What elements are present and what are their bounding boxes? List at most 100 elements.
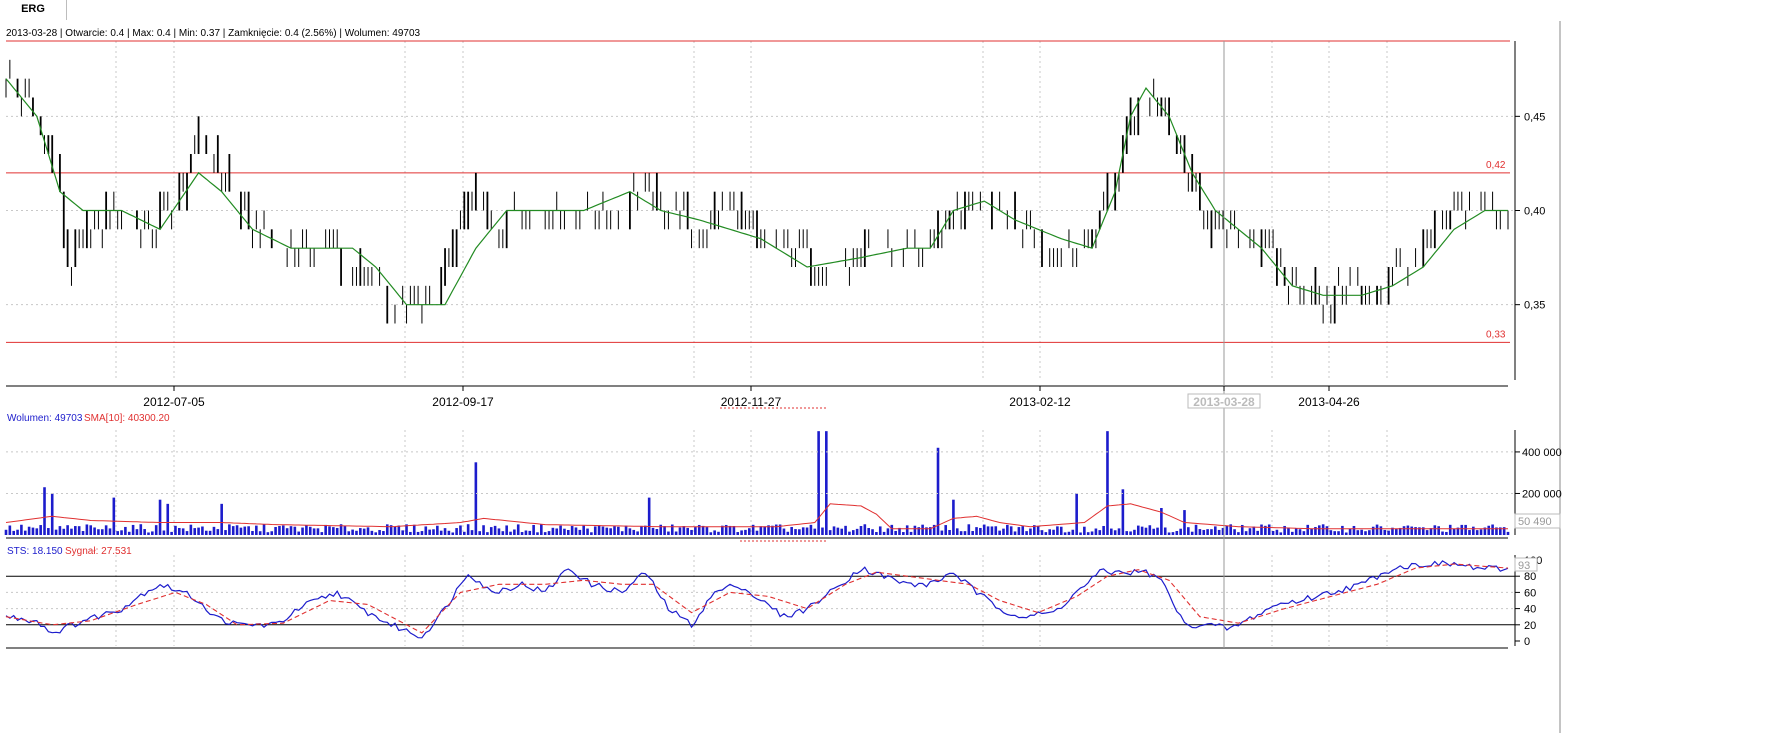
volume-bar [694, 527, 697, 535]
highlighted-date-label: 2013-03-28 [1193, 395, 1255, 409]
volume-bar [147, 532, 150, 535]
volume-bar [293, 526, 297, 535]
volume-bar [474, 462, 478, 535]
volume-bar [825, 431, 828, 535]
volume-bar [451, 532, 455, 535]
volume-bar [601, 526, 605, 535]
volume-bar [1464, 524, 1467, 535]
volume-bar [963, 531, 967, 535]
volume-bar [1445, 531, 1448, 535]
chart-area[interactable]: 0,33 0,42 0,35 0,40 0,45 2012-07-05 2012-09-… [0, 21, 1765, 733]
volume-bar [798, 529, 801, 535]
volume-bar [655, 529, 659, 535]
tab-bar [0, 0, 1765, 21]
date-tick-label: 2012-11-27 [721, 395, 782, 409]
volume-bar [77, 526, 81, 535]
volume-bar [782, 528, 786, 535]
volume-bar [1302, 531, 1306, 535]
volume-bar [1337, 531, 1340, 535]
volume-bar [875, 532, 878, 535]
volume-bar [1233, 529, 1236, 535]
volume-bar [1252, 526, 1256, 535]
volume-bar [1163, 527, 1167, 535]
volume-bar [447, 530, 451, 535]
volume-bar [1279, 532, 1283, 535]
volume-bar [1152, 528, 1155, 535]
volume-bar [1063, 532, 1067, 535]
tab-erg[interactable]: ERG [0, 0, 67, 20]
volume-bar [840, 528, 844, 535]
volume-bar [135, 529, 139, 535]
volume-bar [524, 530, 528, 535]
volume-tick-label: 200 000 [1522, 488, 1562, 500]
volume-bar [863, 524, 867, 535]
volume-bar [1225, 525, 1229, 535]
volume-bar [1206, 529, 1209, 535]
volume-bar [794, 529, 797, 535]
volume-bar [343, 525, 347, 535]
volume-bar [382, 531, 385, 535]
volume-tick-label: 400 000 [1522, 447, 1562, 459]
volume-bar [332, 527, 335, 535]
volume-bar [1075, 493, 1078, 535]
volume-bar [1083, 526, 1086, 535]
price-tick-label: 0,40 [1524, 206, 1545, 218]
volume-bar [640, 526, 643, 535]
volume-bar [54, 529, 58, 535]
volume-bar [432, 529, 435, 535]
volume-bar [620, 531, 624, 535]
volume-bar [58, 526, 62, 535]
volume-bar [170, 531, 173, 535]
volume-bar [355, 530, 358, 535]
volume-bar [832, 526, 836, 535]
volume-bar [1433, 525, 1437, 535]
volume-bar [686, 527, 689, 535]
volume-bar [204, 530, 208, 535]
volume-bar [1156, 527, 1159, 535]
volume-bar [131, 524, 135, 535]
price-sma-line [5, 78, 1508, 306]
volume-bars [4, 431, 1510, 535]
info-bar: 2013-03-28 | Otwarcie: 0.4 | Max: 0.4 | … [6, 28, 421, 39]
volume-bar [1360, 529, 1363, 535]
volume-bar [1013, 531, 1017, 535]
volume-axis: 200 000 400 000 [6, 447, 1562, 500]
volume-bar [23, 530, 27, 535]
volume-bar [628, 528, 632, 535]
volume-bar [104, 525, 108, 535]
volume-bar [359, 528, 362, 535]
volume-bar [890, 524, 894, 535]
volume-bar [220, 503, 223, 535]
stoch-tick-label: 60 [1524, 587, 1536, 599]
volume-bar [278, 526, 281, 535]
volume-bar [335, 527, 339, 535]
volume-bar [1329, 530, 1333, 535]
volume-bar [235, 525, 239, 535]
volume-bar [1348, 528, 1352, 535]
volume-bar [181, 528, 185, 535]
volume-bar [1317, 525, 1321, 535]
svg-text:50 490: 50 490 [1518, 516, 1552, 528]
volume-bar [62, 528, 66, 535]
volume-bar [466, 524, 470, 535]
volume-bar [301, 527, 304, 535]
volume-bar [563, 528, 566, 535]
volume-bar [1379, 526, 1383, 535]
volume-bar [20, 524, 23, 535]
volume-bar [1452, 528, 1456, 535]
volume-bar [744, 529, 747, 535]
volume-bar [1194, 524, 1198, 535]
volume-bar [262, 524, 266, 535]
volume-bar [509, 531, 512, 535]
support-resistance-lines: 0,33 0,42 [6, 40, 1510, 343]
volume-bar [1102, 525, 1105, 535]
volume-bar [516, 524, 520, 535]
hline-label: 0,33 [1486, 329, 1506, 340]
volume-bar [328, 526, 331, 535]
volume-bar [463, 531, 466, 535]
volume-bar [1291, 531, 1294, 535]
volume-bar [867, 528, 870, 535]
sts-label: STS: 18.150 [7, 546, 63, 557]
volume-bar [1383, 529, 1387, 535]
volume-bar [31, 527, 35, 535]
